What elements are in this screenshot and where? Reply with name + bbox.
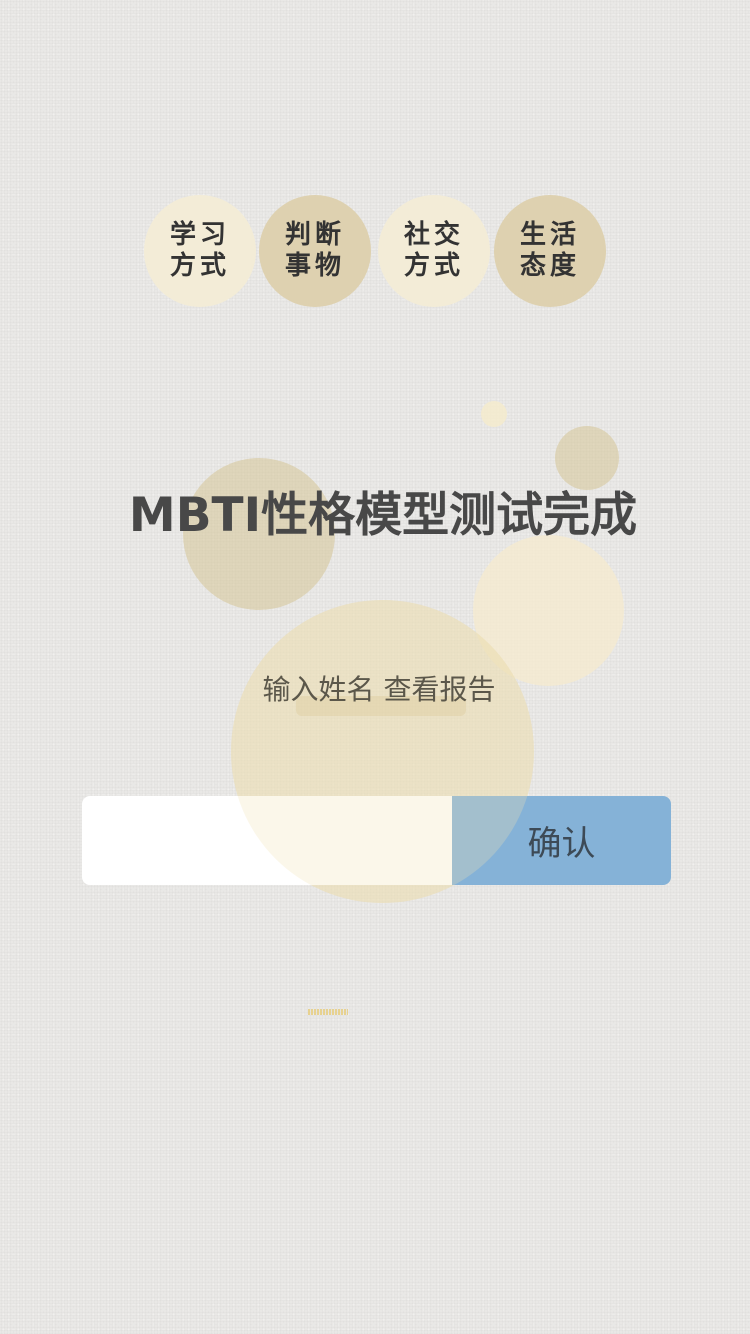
- category-life-attitude: 生活态度: [494, 195, 606, 307]
- category-label: 学习方式: [170, 220, 231, 281]
- page-title: MBTI性格模型测试完成: [128, 488, 638, 543]
- category-label: 判断事物: [285, 220, 346, 281]
- subtitle: 输入姓名 查看报告: [262, 673, 496, 706]
- decorative-dash: [308, 1009, 348, 1015]
- category-judging: 判断事物: [259, 195, 371, 307]
- decorative-bubble: [555, 426, 619, 490]
- category-label: 生活态度: [520, 220, 581, 281]
- name-input[interactable]: [82, 796, 452, 885]
- category-label: 社交方式: [404, 220, 465, 281]
- confirm-button[interactable]: 确认: [452, 796, 671, 885]
- category-social-style: 社交方式: [378, 195, 490, 307]
- name-form: 确认: [82, 796, 671, 885]
- decorative-bubble: [481, 401, 507, 427]
- category-learning-style: 学习方式: [144, 195, 256, 307]
